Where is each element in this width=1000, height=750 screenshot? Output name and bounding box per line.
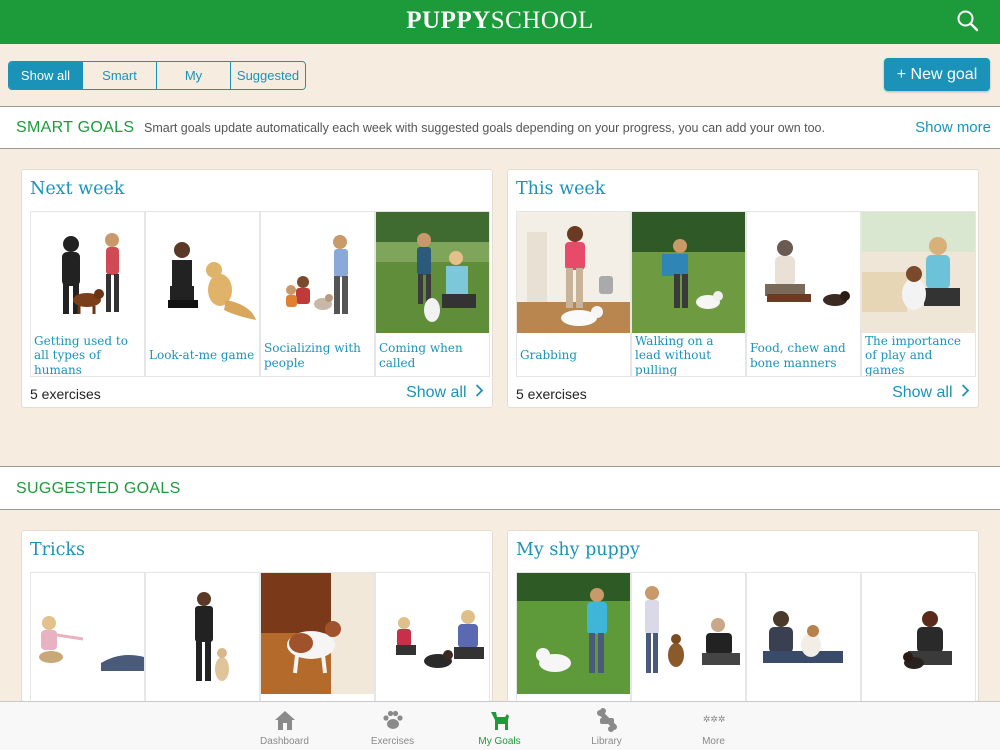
exercise-tile[interactable]: Food, chew and bone manners (746, 211, 861, 377)
goal-card-my-shy-puppy[interactable]: My shy puppy (507, 530, 979, 738)
app-logo: PUPPYSCHOOL (0, 7, 1000, 35)
suggested-goals-header: SUGGESTED GOALS (0, 466, 1000, 510)
top-header: PUPPYSCHOOL (0, 0, 1000, 44)
exercise-photo (517, 212, 630, 333)
exercise-tile-label: Coming when called (379, 341, 463, 370)
show-all-link[interactable]: Show all (892, 384, 970, 402)
exercise-photo (376, 212, 489, 333)
bone-icon (597, 708, 617, 732)
filter-segmented-control: Show all Smart My Suggested (8, 61, 306, 90)
goal-card-this-week[interactable]: This week Grabbing Walking on a lead wit… (507, 169, 979, 408)
home-icon (275, 711, 295, 730)
chevron-right-icon (475, 384, 484, 402)
exercise-photo (747, 212, 860, 333)
smart-goals-header: SMART GOALS Smart goals update automatic… (0, 106, 1000, 149)
show-all-label: Show all (406, 384, 467, 401)
exercise-tile-label: Socializing with people (264, 341, 361, 370)
exercise-photo (517, 573, 630, 694)
card-title: My shy puppy (516, 540, 640, 560)
exercise-photo (376, 573, 489, 694)
exercise-tile-label: The importance of play and games (865, 333, 962, 377)
exercise-tile-label: Getting used to all types of humans (34, 333, 128, 377)
chevron-right-icon (961, 384, 970, 402)
exercise-count: 5 exercises (516, 386, 587, 402)
exercise-tiles: Getting used to all types of humans Look… (30, 211, 490, 377)
bottom-tab-bar: Dashboard Exercises My Goals Library ✲✲✲… (0, 701, 1000, 750)
exercise-photo (31, 212, 144, 333)
tab-label: Exercises (370, 736, 415, 747)
exercise-tile[interactable]: Getting used to all types of humans (30, 211, 145, 377)
tab-label: Dashboard (260, 736, 309, 747)
exercise-photo (747, 573, 860, 694)
filter-suggested[interactable]: Suggested (231, 62, 305, 89)
filter-show-all[interactable]: Show all (9, 62, 83, 89)
tab-my-goals[interactable]: My Goals (446, 702, 553, 750)
exercise-photo (261, 212, 374, 333)
exercise-tile[interactable]: Grabbing (516, 211, 631, 377)
search-icon[interactable] (956, 9, 980, 33)
show-all-label: Show all (892, 384, 953, 401)
exercise-tiles: Grabbing Walking on a lead without pulli… (516, 211, 976, 377)
show-all-link[interactable]: Show all (406, 384, 484, 402)
exercise-photo (632, 212, 745, 333)
tab-dashboard[interactable]: Dashboard (231, 702, 338, 750)
paw-icon (383, 710, 403, 729)
more-dots-icon: ✲✲✲ (703, 715, 726, 725)
exercise-tile[interactable]: The importance of play and games (861, 211, 976, 377)
smart-goals-title: SMART GOALS (16, 119, 135, 136)
filter-my[interactable]: My (157, 62, 231, 89)
card-title: Tricks (30, 540, 86, 560)
exercise-photo (146, 212, 259, 333)
logo-bold-text: PUPPY (406, 7, 491, 34)
tab-exercises[interactable]: Exercises (339, 702, 446, 750)
exercise-tile[interactable]: Look-at-me game (145, 211, 260, 377)
suggested-goals-title: SUGGESTED GOALS (16, 480, 181, 497)
exercise-photo (146, 573, 259, 694)
goal-card-next-week[interactable]: Next week Getting used to all types of h… (21, 169, 493, 408)
dog-icon (491, 712, 509, 730)
card-title: Next week (30, 179, 125, 199)
filter-bar: Show all Smart My Suggested + New goal (0, 44, 1000, 106)
exercise-photo (632, 573, 745, 694)
tab-more[interactable]: ✲✲✲ More (660, 702, 767, 750)
goal-card-tricks[interactable]: Tricks (21, 530, 493, 738)
tab-label: My Goals (478, 736, 521, 747)
exercise-photo (261, 573, 374, 694)
svg-text:✲✲✲: ✲✲✲ (703, 715, 726, 725)
filter-smart[interactable]: Smart (83, 62, 157, 89)
logo-light-text: SCHOOL (490, 7, 594, 34)
exercise-tile-label: Look-at-me game (149, 348, 255, 363)
exercise-photo (31, 573, 144, 694)
exercise-photo (862, 573, 975, 694)
card-title: This week (516, 179, 606, 199)
tab-label: Library (591, 736, 622, 747)
new-goal-button[interactable]: + New goal (884, 58, 990, 91)
show-more-link[interactable]: Show more (915, 119, 991, 136)
tab-label: More (702, 736, 725, 747)
exercise-tile[interactable]: Coming when called (375, 211, 490, 377)
exercise-tile[interactable]: Socializing with people (260, 211, 375, 377)
exercise-tile-label: Food, chew and bone manners (750, 341, 846, 370)
exercise-count: 5 exercises (30, 386, 101, 402)
exercise-tile[interactable]: Walking on a lead without pulling (631, 211, 746, 377)
smart-goals-description: Smart goals update automatically each we… (144, 121, 825, 135)
tab-library[interactable]: Library (553, 702, 660, 750)
exercise-tile-label: Grabbing (520, 348, 578, 363)
exercise-photo (862, 212, 975, 333)
exercise-tile-label: Walking on a lead without pulling (635, 333, 714, 377)
